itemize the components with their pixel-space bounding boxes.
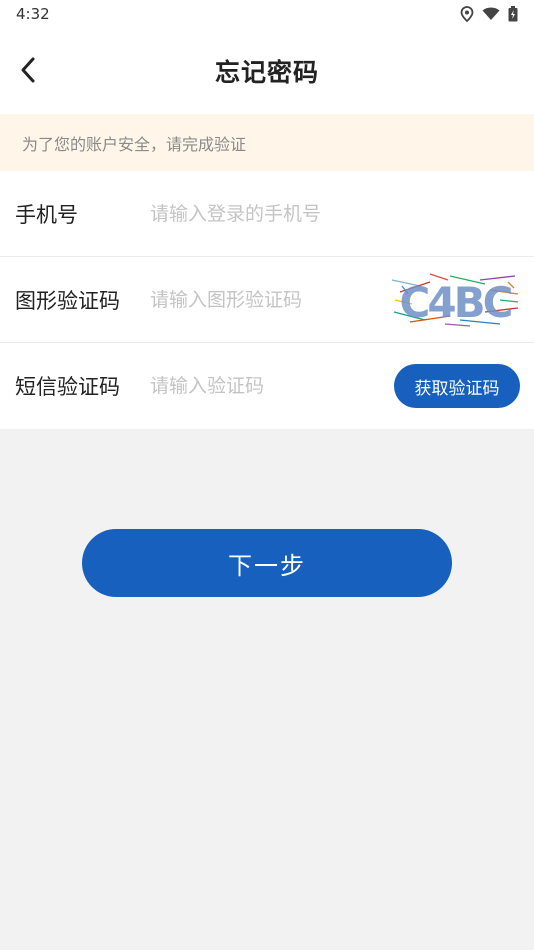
battery-icon [508,6,518,22]
header: 忘记密码 [0,28,534,114]
verification-form: 手机号 图形验证码 C4 [0,171,534,429]
location-icon [460,6,474,22]
captcha-label: 图形验证码 [15,288,120,313]
get-sms-code-button[interactable]: 获取验证码 [394,364,520,408]
captcha-input[interactable] [150,279,380,320]
phone-label: 手机号 [15,202,78,227]
security-notice-text: 为了您的账户安全，请完成验证 [22,134,247,154]
phone-row: 手机号 [0,171,534,257]
captcha-row: 图形验证码 C4BC [0,257,534,343]
sms-row: 短信验证码 获取验证码 [0,343,534,429]
captcha-image-text: C4BC [400,278,512,327]
captcha-image[interactable]: C4BC [390,272,520,328]
back-button[interactable] [10,50,46,94]
status-time: 4:32 [16,5,50,23]
security-notice: 为了您的账户安全，请完成验证 [0,114,534,171]
phone-input[interactable] [150,193,380,234]
next-step-button[interactable]: 下一步 [82,529,452,597]
wifi-icon [482,7,500,21]
chevron-left-icon [19,56,37,88]
page-title: 忘记密码 [214,58,319,87]
sms-label: 短信验证码 [15,375,120,399]
status-icons [460,6,518,22]
status-bar: 4:32 [0,0,534,28]
sms-code-input[interactable] [150,366,380,406]
